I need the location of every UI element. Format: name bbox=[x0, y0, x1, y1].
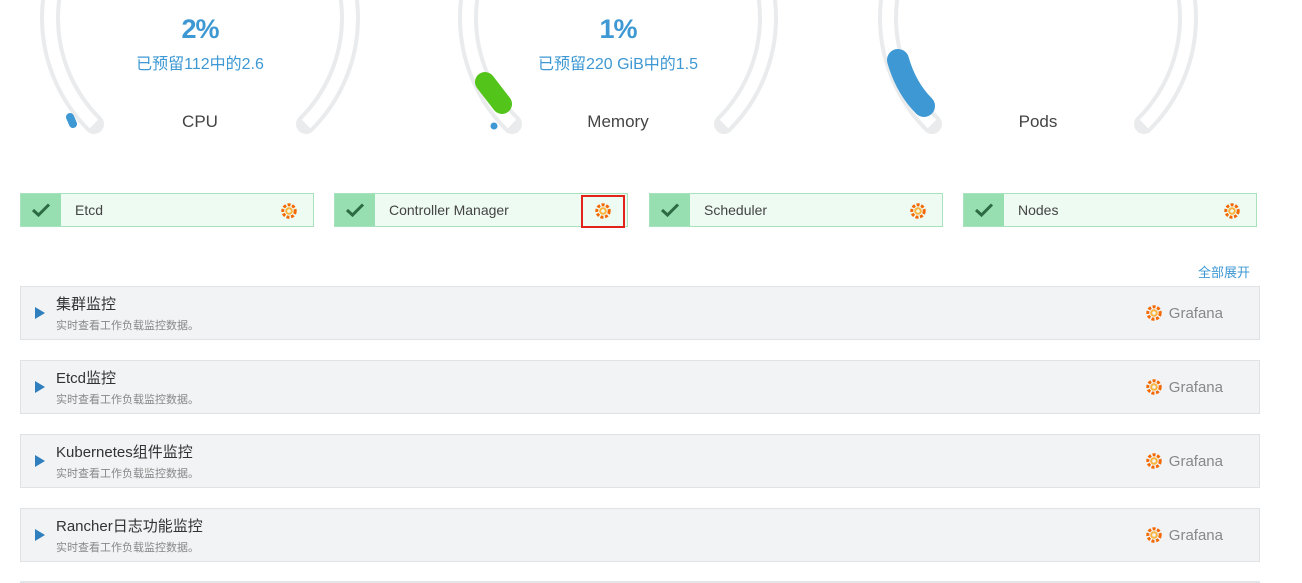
check-icon bbox=[650, 194, 690, 226]
panel-title: Rancher日志功能监控 bbox=[56, 518, 203, 535]
memory-gauge-label: Memory bbox=[587, 112, 649, 131]
expand-all-link[interactable]: 全部展开 bbox=[1198, 262, 1250, 281]
memory-percent: 1% bbox=[599, 14, 637, 44]
component-label: Nodes bbox=[1018, 202, 1059, 218]
component-etcd: Etcd bbox=[20, 193, 314, 227]
grafana-icon bbox=[1146, 453, 1162, 469]
grafana-icon[interactable] bbox=[1222, 201, 1242, 221]
memory-gauge: 1% 已预留220 GiB中的1.5 Memory bbox=[438, 0, 798, 140]
check-icon bbox=[21, 194, 61, 226]
grafana-icon bbox=[1146, 379, 1162, 395]
check-icon bbox=[335, 194, 375, 226]
grafana-icon bbox=[1146, 527, 1162, 543]
component-scheduler: Scheduler bbox=[649, 193, 943, 227]
cpu-reserved-detail: 已预留112中的2.6 bbox=[136, 56, 264, 73]
grafana-link[interactable]: Grafana bbox=[1144, 303, 1223, 323]
component-label: Controller Manager bbox=[389, 202, 509, 218]
component-nodes: Nodes bbox=[963, 193, 1257, 227]
grafana-link[interactable]: Grafana bbox=[1144, 525, 1223, 545]
highlight-box bbox=[581, 195, 625, 228]
panel-title: Etcd监控 bbox=[56, 370, 117, 387]
cpu-gauge: 2% 已预留112中的2.6 CPU bbox=[20, 0, 380, 140]
panel-description: 实时查看工作负载监控数据。 bbox=[56, 394, 199, 406]
pods-gauge-label: Pods bbox=[1018, 112, 1058, 131]
cpu-gauge-label: CPU bbox=[182, 112, 218, 131]
grafana-icon bbox=[1146, 305, 1162, 321]
memory-reserved-detail: 已预留220 GiB中的1.5 bbox=[537, 56, 699, 73]
grafana-link-label: Grafana bbox=[1168, 304, 1223, 322]
expand-arrow-icon[interactable] bbox=[35, 455, 45, 467]
panel-title: 集群监控 bbox=[56, 296, 117, 313]
grafana-icon[interactable] bbox=[908, 201, 928, 221]
component-label: Scheduler bbox=[704, 202, 768, 218]
grafana-icon[interactable] bbox=[279, 201, 299, 221]
grafana-link-label: Grafana bbox=[1168, 526, 1223, 544]
pods-gauge: Pods bbox=[858, 0, 1218, 140]
panel-kubernetes-components-monitoring[interactable]: Kubernetes组件监控 实时查看工作负载监控数据。 Grafana bbox=[20, 434, 1260, 488]
expand-arrow-icon[interactable] bbox=[35, 307, 45, 319]
panel-description: 实时查看工作负载监控数据。 bbox=[56, 542, 199, 554]
panel-title: Kubernetes组件监控 bbox=[56, 444, 193, 461]
grafana-link-label: Grafana bbox=[1168, 378, 1223, 396]
panel-cluster-monitoring[interactable]: 集群监控 实时查看工作负载监控数据。 Grafana bbox=[20, 286, 1260, 340]
cpu-percent: 2% bbox=[181, 14, 219, 44]
component-label: Etcd bbox=[75, 202, 104, 218]
grafana-link-label: Grafana bbox=[1168, 452, 1223, 470]
panel-description: 实时查看工作负载监控数据。 bbox=[56, 320, 199, 332]
panel-etcd-monitoring[interactable]: Etcd监控 实时查看工作负载监控数据。 Grafana bbox=[20, 360, 1260, 414]
expand-arrow-icon[interactable] bbox=[35, 381, 45, 393]
panel-description: 实时查看工作负载监控数据。 bbox=[56, 468, 199, 480]
expand-arrow-icon[interactable] bbox=[35, 529, 45, 541]
check-icon bbox=[964, 194, 1004, 226]
panel-rancher-logging-monitoring[interactable]: Rancher日志功能监控 实时查看工作负载监控数据。 Grafana bbox=[20, 508, 1260, 562]
grafana-link[interactable]: Grafana bbox=[1144, 451, 1223, 471]
grafana-link[interactable]: Grafana bbox=[1144, 377, 1223, 397]
